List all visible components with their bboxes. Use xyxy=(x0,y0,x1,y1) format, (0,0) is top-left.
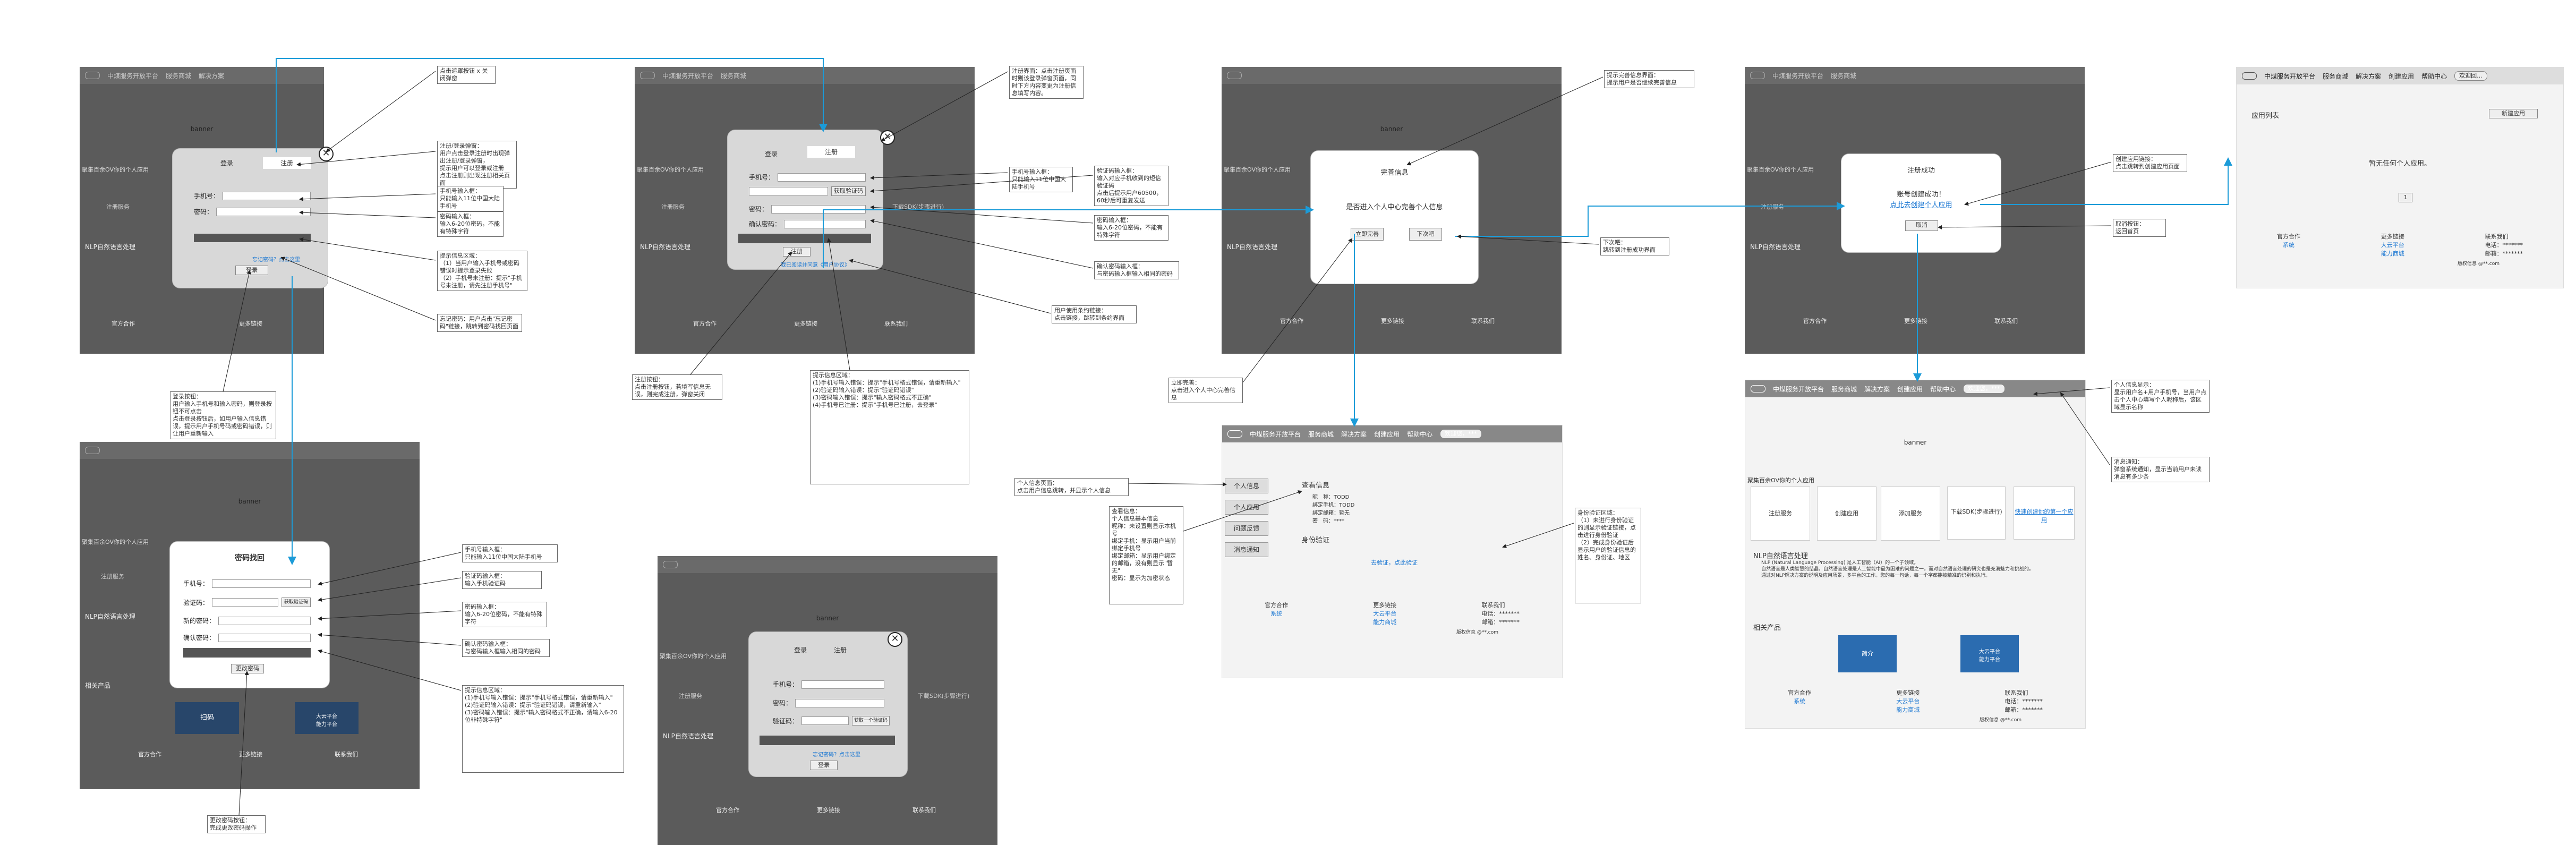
arrow-to-complete-info xyxy=(823,206,1314,268)
flow-arrows xyxy=(223,58,2232,816)
arrow-to-app-list xyxy=(1980,157,2232,205)
arrow-to-register xyxy=(276,58,828,152)
arrow-to-success xyxy=(1455,202,1845,237)
